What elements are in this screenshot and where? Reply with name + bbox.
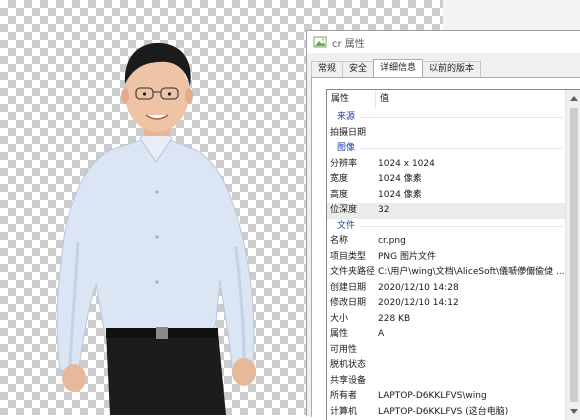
property-value: A xyxy=(375,327,566,343)
property-value: 2020/12/10 14:12 xyxy=(375,296,566,312)
tab-details[interactable]: 详细信息 xyxy=(373,59,423,77)
group-label: 来源 xyxy=(337,110,355,126)
property-row[interactable]: 属性A xyxy=(327,327,566,343)
person-image xyxy=(48,22,288,415)
property-row[interactable]: 计算机LAPTOP-D6KKLFVS (这台电脑) xyxy=(327,405,566,420)
property-value: 32 xyxy=(375,203,566,219)
property-name: 共享设备 xyxy=(327,374,375,390)
property-value: PNG 图片文件 xyxy=(375,250,566,266)
property-name: 高度 xyxy=(327,188,375,204)
property-row[interactable]: 所有者LAPTOP-D6KKLFVS\wing xyxy=(327,389,566,405)
vertical-scrollbar[interactable] xyxy=(565,90,580,420)
group-header: 来源 xyxy=(327,110,566,126)
property-name: 计算机 xyxy=(327,405,375,420)
property-value: 2020/12/10 14:28 xyxy=(375,281,566,297)
property-value xyxy=(375,343,566,359)
property-value: 1024 x 1024 xyxy=(375,157,566,173)
scroll-up-arrow-icon[interactable] xyxy=(570,96,578,101)
property-value: LAPTOP-D6KKLFVS\wing xyxy=(375,389,566,405)
property-value: 228 KB xyxy=(375,312,566,328)
property-row[interactable]: 大小228 KB xyxy=(327,312,566,328)
property-value xyxy=(375,374,566,390)
group-label: 文件 xyxy=(337,219,355,235)
list-header: 属性 值 xyxy=(327,90,566,109)
property-name: 脱机状态 xyxy=(327,358,375,374)
property-name: 名称 xyxy=(327,234,375,250)
tab-strip: 常规 安全 详细信息 以前的版本 xyxy=(311,60,480,77)
group-divider xyxy=(360,117,563,118)
group-divider xyxy=(360,226,563,227)
scrollbar-thumb[interactable] xyxy=(570,108,578,402)
property-row[interactable]: 分辨率1024 x 1024 xyxy=(327,157,566,173)
property-rows: 来源拍摄日期图像分辨率1024 x 1024宽度1024 像素高度1024 像素… xyxy=(327,110,566,420)
property-row[interactable]: 高度1024 像素 xyxy=(327,188,566,204)
property-row[interactable]: 名称cr.png xyxy=(327,234,566,250)
property-value: C:\用户\wing\文档\AliceSoft\儀嗁儚儞偸偼 ... xyxy=(375,265,566,281)
title-bar[interactable]: cr 属性 xyxy=(307,31,580,53)
group-divider xyxy=(360,148,563,149)
properties-list[interactable]: 属性 值 来源拍摄日期图像分辨率1024 x 1024宽度1024 像素高度10… xyxy=(326,89,580,420)
property-name: 位深度 xyxy=(327,203,375,219)
property-value: LAPTOP-D6KKLFVS (这台电脑) xyxy=(375,405,566,420)
property-row[interactable]: 脱机状态 xyxy=(327,358,566,374)
property-name: 宽度 xyxy=(327,172,375,188)
property-name: 修改日期 xyxy=(327,296,375,312)
property-name: 文件夹路径 xyxy=(327,265,375,281)
property-row[interactable]: 文件夹路径C:\用户\wing\文档\AliceSoft\儀嗁儚儞偸偼 ... xyxy=(327,265,566,281)
property-name: 大小 xyxy=(327,312,375,328)
property-row[interactable]: 可用性 xyxy=(327,343,566,359)
property-row[interactable]: 共享设备 xyxy=(327,374,566,390)
property-name: 属性 xyxy=(327,327,375,343)
column-header-value[interactable]: 值 xyxy=(376,90,566,109)
group-header: 图像 xyxy=(327,141,566,157)
property-name: 可用性 xyxy=(327,343,375,359)
property-row[interactable]: 修改日期2020/12/10 14:12 xyxy=(327,296,566,312)
property-name: 项目类型 xyxy=(327,250,375,266)
group-label: 图像 xyxy=(337,141,355,157)
property-value xyxy=(375,358,566,374)
image-file-icon xyxy=(313,36,327,48)
property-row[interactable]: 项目类型PNG 图片文件 xyxy=(327,250,566,266)
window-title: cr 属性 xyxy=(332,35,365,50)
property-row[interactable]: 位深度32 xyxy=(327,203,566,219)
property-name: 所有者 xyxy=(327,389,375,405)
group-header: 文件 xyxy=(327,219,566,235)
property-row[interactable]: 宽度1024 像素 xyxy=(327,172,566,188)
property-row[interactable]: 拍摄日期 xyxy=(327,126,566,142)
property-value: 1024 像素 xyxy=(375,188,566,204)
details-panel: 属性 值 来源拍摄日期图像分辨率1024 x 1024宽度1024 像素高度10… xyxy=(311,77,580,417)
tab-general[interactable]: 常规 xyxy=(311,61,343,77)
property-value: cr.png xyxy=(375,234,566,250)
properties-window: cr 属性 常规 安全 详细信息 以前的版本 属性 值 来源拍摄日期图像分辨率1… xyxy=(306,30,580,416)
property-value xyxy=(375,126,566,142)
property-name: 分辨率 xyxy=(327,157,375,173)
scroll-down-arrow-icon[interactable] xyxy=(570,409,578,414)
property-name: 拍摄日期 xyxy=(327,126,375,142)
tab-previous-versions[interactable]: 以前的版本 xyxy=(422,61,481,77)
property-name: 创建日期 xyxy=(327,281,375,297)
property-row[interactable]: 创建日期2020/12/10 14:28 xyxy=(327,281,566,297)
tab-security[interactable]: 安全 xyxy=(342,61,374,77)
column-header-property[interactable]: 属性 xyxy=(327,90,376,109)
property-value: 1024 像素 xyxy=(375,172,566,188)
